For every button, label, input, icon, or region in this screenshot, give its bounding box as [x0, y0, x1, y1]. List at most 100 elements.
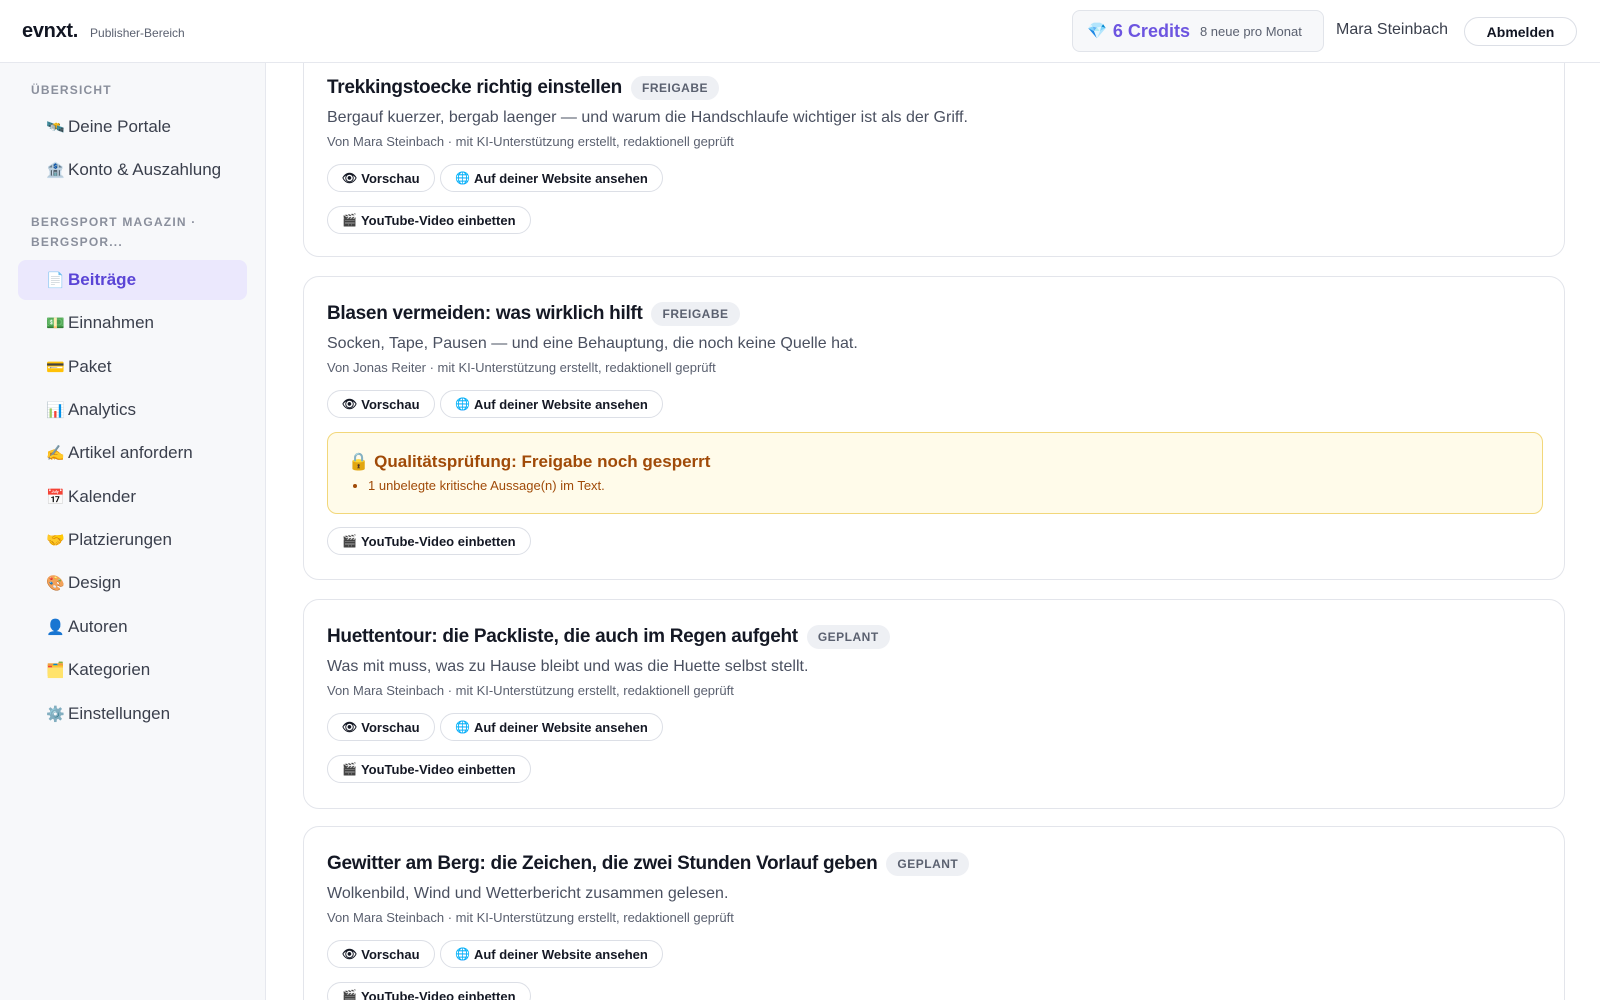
sidebar-item-revenue[interactable]: 💵 Einnahmen — [18, 303, 247, 343]
bar-chart-icon: 📊 — [46, 402, 65, 419]
globe-icon: 🌐 — [455, 947, 470, 961]
embed-youtube-button[interactable]: 🎬 YouTube-Video einbetten — [327, 206, 531, 234]
sidebar-item-portals[interactable]: 🛰️ Deine Portale — [18, 107, 247, 147]
sidebar-item-label: Paket — [68, 357, 112, 376]
gem-icon: 💎 — [1087, 23, 1107, 40]
quality-check-issues: 1 unbelegte kritische Aussage(n) im Text… — [368, 478, 605, 493]
post-title[interactable]: Huettentour: die Packliste, die auch im … — [327, 626, 798, 648]
post-meta: Von Jonas Reiter · mit KI-Unterstützung … — [327, 360, 716, 375]
globe-icon: 🌐 — [455, 397, 470, 411]
document-icon: 📄 — [46, 272, 65, 289]
post-title[interactable]: Gewitter am Berg: die Zeichen, die zwei … — [327, 853, 878, 875]
status-badge: GEPLANT — [886, 852, 970, 876]
post-title[interactable]: Trekkingstoecke richtig einstellen — [327, 77, 622, 99]
brand-logo[interactable]: evnxt. — [22, 20, 78, 43]
sidebar-item-account[interactable]: 🏦 Konto & Auszahlung — [18, 150, 247, 190]
preview-button[interactable]: 👁 Vorschau — [327, 164, 435, 192]
sidebar-item-request-article[interactable]: ✍️ Artikel anfordern — [18, 433, 247, 473]
sidebar-item-calendar[interactable]: 📅 Kalender — [18, 477, 247, 517]
post-title-row: Trekkingstoecke richtig einstellen FREIG… — [327, 76, 719, 100]
bank-icon: 🏦 — [46, 162, 65, 179]
sidebar-item-analytics[interactable]: 📊 Analytics — [18, 390, 247, 430]
eye-icon: 👁 — [342, 397, 358, 411]
eye-icon: 👁 — [342, 171, 358, 185]
status-badge: FREIGABE — [651, 302, 740, 326]
sidebar: ÜBERSICHT 🛰️ Deine Portale 🏦 Konto & Aus… — [0, 63, 266, 1000]
credit-card-icon: 💳 — [46, 359, 65, 376]
preview-button[interactable]: 👁 Vorschau — [327, 390, 435, 418]
credits-note: 8 neue pro Monat — [1199, 23, 1302, 39]
satellite-icon: 🛰️ — [46, 119, 65, 136]
palette-icon: 🎨 — [46, 575, 65, 592]
embed-youtube-button[interactable]: 🎬 YouTube-Video einbetten — [327, 527, 531, 555]
preview-button[interactable]: 👁 Vorschau — [327, 713, 435, 741]
sidebar-item-design[interactable]: 🎨 Design — [18, 563, 247, 603]
logout-button[interactable]: Abmelden — [1464, 17, 1577, 46]
brand-subtitle: Publisher-Bereich — [90, 26, 185, 40]
post-description: Was mit muss, was zu Hause bleibt und wa… — [327, 658, 809, 675]
calendar-icon: 📅 — [46, 489, 65, 506]
clapper-icon: 🎬 — [342, 213, 357, 227]
post-title-row: Blasen vermeiden: was wirklich hilft FRE… — [327, 302, 740, 326]
writing-hand-icon: ✍️ — [46, 445, 65, 462]
quality-check-issue: 1 unbelegte kritische Aussage(n) im Text… — [368, 478, 605, 493]
money-icon: 💵 — [46, 315, 65, 332]
sidebar-item-label: Konto & Auszahlung — [68, 160, 222, 179]
post-description: Socken, Tape, Pausen — und eine Behauptu… — [327, 335, 858, 352]
sidebar-item-label: Artikel anfordern — [68, 443, 193, 462]
sidebar-item-label: Platzierungen — [68, 530, 172, 549]
post-card: Huettentour: die Packliste, die auch im … — [303, 599, 1565, 809]
view-on-website-button[interactable]: 🌐 Auf deiner Website ansehen — [440, 164, 663, 192]
post-meta: Von Mara Steinbach · mit KI-Unterstützun… — [327, 134, 734, 149]
handshake-icon: 🤝 — [46, 532, 65, 549]
sidebar-item-label: Einstellungen — [68, 704, 171, 723]
status-badge: FREIGABE — [630, 76, 719, 100]
eye-icon: 👁 — [342, 720, 358, 734]
quality-check-title: 🔒 Qualitätsprüfung: Freigabe noch gesper… — [348, 452, 711, 471]
sidebar-item-label: Design — [68, 573, 121, 592]
clapper-icon: 🎬 — [342, 989, 357, 1000]
preview-button[interactable]: 👁 Vorschau — [327, 940, 435, 968]
embed-youtube-button[interactable]: 🎬 YouTube-Video einbetten — [327, 982, 531, 1000]
user-name: Mara Steinbach — [1336, 21, 1449, 38]
user-icon: 👤 — [46, 619, 65, 636]
sidebar-item-authors[interactable]: 👤 Autoren — [18, 607, 247, 647]
top-bar: evnxt. Publisher-Bereich 💎 6 Credits 8 n… — [0, 0, 1600, 63]
status-badge: GEPLANT — [806, 625, 890, 649]
post-meta: Von Mara Steinbach · mit KI-Unterstützun… — [327, 683, 734, 698]
eye-icon: 👁 — [342, 947, 358, 961]
sidebar-item-label: Beiträge — [68, 270, 137, 289]
brand: evnxt. Publisher-Bereich — [22, 20, 185, 43]
sidebar-item-categories[interactable]: 🗂️ Kategorien — [18, 650, 247, 690]
post-card: Trekkingstoecke richtig einstellen FREIG… — [303, 63, 1565, 257]
post-description: Wolkenbild, Wind und Wetterbericht zusam… — [327, 885, 729, 902]
globe-icon: 🌐 — [455, 171, 470, 185]
sidebar-item-settings[interactable]: ⚙️ Einstellungen — [18, 694, 247, 734]
gear-icon: ⚙️ — [46, 706, 65, 723]
section-label-overview: ÜBERSICHT — [31, 83, 112, 97]
clapper-icon: 🎬 — [342, 534, 357, 548]
posts-list: Trekkingstoecke richtig einstellen FREIG… — [266, 63, 1600, 1000]
quality-check-warning: 🔒 Qualitätsprüfung: Freigabe noch gesper… — [327, 432, 1543, 514]
sidebar-item-package[interactable]: 💳 Paket — [18, 347, 247, 387]
post-card: Gewitter am Berg: die Zeichen, die zwei … — [303, 826, 1565, 1000]
lock-icon: 🔒 — [348, 452, 370, 471]
sidebar-item-label: Analytics — [68, 400, 137, 419]
sidebar-item-label: Autoren — [68, 617, 128, 636]
section-label-portal: BERGSPORT MAGAZIN · BERGSPOR... — [31, 215, 197, 249]
credits-display[interactable]: 💎 6 Credits 8 neue pro Monat — [1072, 10, 1324, 52]
view-on-website-button[interactable]: 🌐 Auf deiner Website ansehen — [440, 940, 663, 968]
view-on-website-button[interactable]: 🌐 Auf deiner Website ansehen — [440, 390, 663, 418]
sidebar-item-label: Kategorien — [68, 660, 151, 679]
sidebar-item-label: Einnahmen — [68, 313, 155, 332]
post-title-row: Huettentour: die Packliste, die auch im … — [327, 625, 890, 649]
view-on-website-button[interactable]: 🌐 Auf deiner Website ansehen — [440, 713, 663, 741]
sidebar-item-posts[interactable]: 📄 Beiträge — [18, 260, 247, 300]
post-description: Bergauf kuerzer, bergab laenger — und wa… — [327, 109, 968, 126]
sidebar-item-placements[interactable]: 🤝 Platzierungen — [18, 520, 247, 560]
embed-youtube-button[interactable]: 🎬 YouTube-Video einbetten — [327, 755, 531, 783]
post-card: Blasen vermeiden: was wirklich hilft FRE… — [303, 276, 1565, 580]
sidebar-item-label: Kalender — [68, 487, 137, 506]
post-title[interactable]: Blasen vermeiden: was wirklich hilft — [327, 303, 643, 325]
credits-value: 6 Credits — [1112, 20, 1190, 41]
